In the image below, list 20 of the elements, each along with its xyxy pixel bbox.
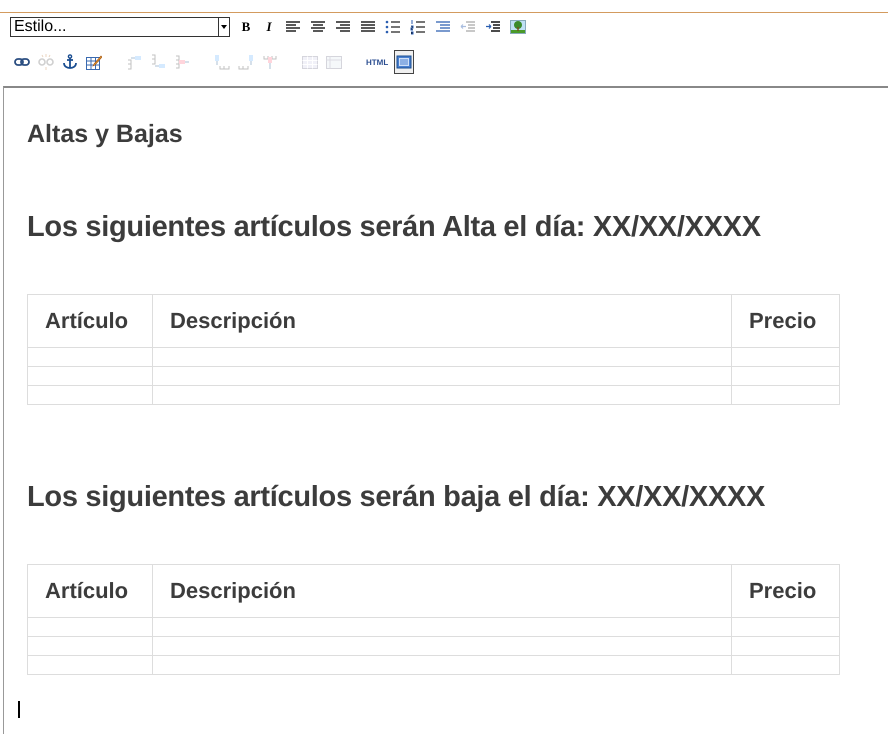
column-header: Artículo (28, 564, 152, 618)
column-header: Descripción (152, 294, 732, 348)
column-header: Artículo (28, 294, 152, 348)
text-cursor (18, 701, 20, 718)
style-select[interactable]: Estilo... (10, 17, 230, 37)
column-header: Precio (732, 294, 840, 348)
image-icon[interactable] (508, 17, 528, 37)
design-view-icon[interactable] (394, 50, 414, 74)
document-title: Altas y Bajas (27, 120, 184, 149)
bold-button[interactable]: B (237, 17, 255, 37)
html-button[interactable]: HTML (364, 52, 390, 72)
dropdown-arrow-icon (221, 25, 227, 29)
column-header: Precio (732, 564, 840, 618)
section-heading: Los siguientes artículos serán Alta el día: XX/XX/XXXX (27, 211, 762, 244)
numbered-list-icon[interactable] (408, 17, 428, 37)
italic-button[interactable]: I (260, 17, 278, 37)
anchor-icon[interactable] (60, 52, 80, 72)
editor-area[interactable]: Altas y Bajas Los siguientes artículos serán Alta el día: XX/XX/XXXX Artículo Descripción Precio Los siguientes artículos serán baja el día: XX/XX/XXXX Artículo Descripción Precio (3, 86, 888, 734)
column-header: Descripción (152, 564, 732, 618)
section-heading: Los siguientes artículos serán baja el día: XX/XX/XXXX (27, 481, 766, 514)
